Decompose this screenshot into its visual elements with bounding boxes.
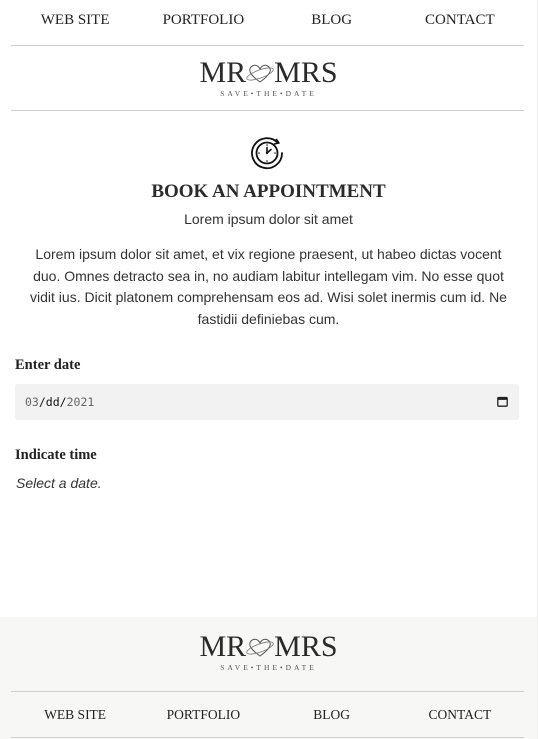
logo-divider [11,110,524,111]
footer-bottom-divider [11,737,524,738]
calendar-icon[interactable] [497,396,508,407]
date-separator: / [38,395,46,409]
footer-nav-blog-link[interactable]: BLOG [268,707,396,723]
date-input[interactable]: 03/dd/2021 [15,384,519,420]
heart-icon [246,638,274,657]
date-label: Enter date [15,357,81,373]
heart-icon [246,64,274,83]
footer-logo[interactable]: MR MRS SAVE•THE•DATE [0,632,537,673]
intro-paragraph: Lorem ipsum dolor sit amet, et vix regio… [30,246,507,328]
nav-contact-link[interactable]: CONTACT [396,12,524,29]
time-label: Indicate time [15,447,97,463]
logo-wordmark: MR MRS [199,632,337,662]
nav-portfolio-link[interactable]: PORTFOLIO [139,12,267,29]
page-title: BOOK AN APPOINTMENT [151,181,386,202]
logo-tagline: SAVE•THE•DATE [220,663,317,672]
logo-mr: MR [199,630,247,663]
logo-mrs: MRS [274,630,338,663]
date-day[interactable]: dd [46,395,60,409]
date-year[interactable]: 2021 [67,395,95,409]
footer-nav-contact-link[interactable]: CONTACT [396,707,524,723]
footer-nav: WEB SITE PORTFOLIO BLOG CONTACT [11,707,524,723]
footer-divider [11,691,524,692]
page: WEB SITE PORTFOLIO BLOG CONTACT MR MRS S… [0,0,537,739]
date-separator: / [59,395,67,409]
logo-tagline: SAVE•THE•DATE [220,89,317,98]
page-subtitle: Lorem ipsum dolor sit amet [184,211,353,227]
nav-blog-link[interactable]: BLOG [268,12,396,29]
logo-mrs: MRS [274,56,338,89]
date-month[interactable]: 03 [25,395,39,409]
clock-refresh-icon [251,137,283,170]
header-logo[interactable]: MR MRS SAVE•THE•DATE [0,58,537,99]
logo-wordmark: MR MRS [199,58,337,88]
top-nav: WEB SITE PORTFOLIO BLOG CONTACT [11,12,524,29]
nav-website-link[interactable]: WEB SITE [11,12,139,29]
footer-nav-website-link[interactable]: WEB SITE [11,707,139,723]
date-value[interactable]: 03/dd/2021 [25,395,94,409]
header-divider [11,45,524,46]
footer-nav-portfolio-link[interactable]: PORTFOLIO [139,707,267,723]
logo-mr: MR [199,56,247,89]
time-hint: Select a date. [16,475,102,491]
